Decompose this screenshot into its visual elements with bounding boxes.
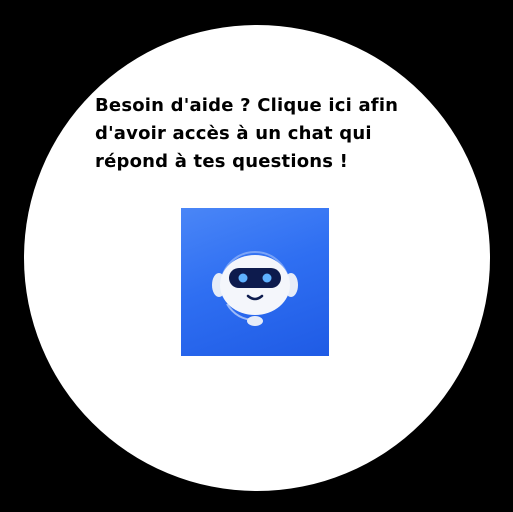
help-text-line-2: d'avoir accès à un chat qui	[95, 123, 372, 144]
help-text[interactable]: Besoin d'aide ? Clique ici afin d'avoir …	[95, 92, 399, 176]
stage: Besoin d'aide ? Clique ici afin d'avoir …	[0, 0, 513, 512]
help-bubble[interactable]: Besoin d'aide ? Clique ici afin d'avoir …	[24, 25, 490, 491]
chatbot-button[interactable]	[181, 208, 329, 356]
help-text-line-1: Besoin d'aide ? Clique ici afin	[95, 95, 399, 116]
chatbot-robot-icon	[212, 251, 298, 326]
help-text-line-3: répond à tes questions !	[95, 151, 349, 172]
